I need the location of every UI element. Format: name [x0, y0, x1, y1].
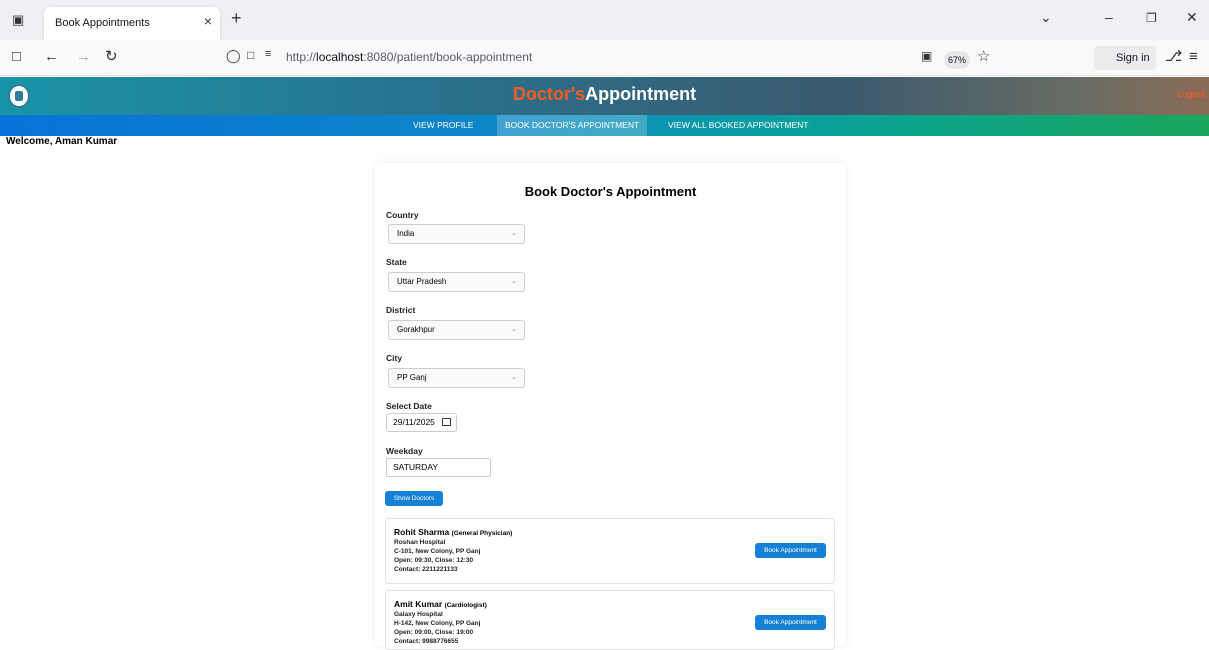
doctor-specialty: (Cardiologist)	[444, 602, 487, 609]
booking-form-card: Book Doctor's Appointment Country India ⌄…	[375, 163, 846, 650]
list-all-tabs-icon[interactable]: ⌄	[1040, 9, 1052, 26]
permissions-icon[interactable]: ≡	[265, 49, 271, 60]
logout-link[interactable]: Logout	[1177, 89, 1205, 99]
book-appointment-button[interactable]: Book Appointment	[755, 615, 826, 630]
close-tab-icon[interactable]: ×	[204, 14, 212, 28]
show-doctors-button[interactable]: Show Doctors	[385, 491, 443, 506]
date-value: 29/11/2025	[393, 417, 435, 427]
chevron-down-icon: ⌄	[511, 326, 517, 333]
state-label: State	[386, 257, 407, 267]
city-select[interactable]: PP Ganj ⌄	[388, 368, 525, 388]
bookmark-star-icon[interactable]: ☆	[977, 49, 990, 64]
district-label: District	[386, 305, 416, 315]
doctor-address: H-142, New Colony, PP Ganj	[394, 620, 481, 627]
shield-icon[interactable]: ◯	[226, 49, 241, 62]
menu-icon[interactable]: ≡	[1189, 49, 1198, 64]
form-title: Book Doctor's Appointment	[524, 184, 697, 199]
tab-title: Book Appointments	[55, 17, 150, 29]
menu-book-appointment[interactable]: BOOK DOCTOR'S APPOINTMENT	[497, 115, 648, 136]
doctor-name: Amit Kumar	[394, 599, 443, 609]
doctor-hospital: Roshan Hospital	[394, 539, 446, 546]
state-value: Uttar Pradesh	[397, 277, 447, 286]
browser-tab[interactable]: Book Appointments ×	[44, 7, 220, 40]
site-header: Doctor'sAppointment Logout	[0, 77, 1209, 115]
back-icon[interactable]: ←	[44, 49, 59, 64]
country-label: Country	[386, 210, 419, 220]
menu-view-booked[interactable]: VIEW ALL BOOKED APPOINTMENT	[660, 115, 816, 136]
brand-part-appointment: Appointment	[585, 84, 697, 104]
main-menu: VIEW PROFILE BOOK DOCTOR'S APPOINTMENT V…	[0, 115, 1209, 136]
city-value: PP Ganj	[397, 373, 427, 382]
new-tab-icon[interactable]: +	[231, 8, 242, 29]
city-label: City	[386, 353, 403, 363]
weekday-label: Weekday	[386, 446, 423, 456]
doctor-card: Rohit Sharma (General Physician) Roshan …	[385, 518, 835, 584]
doctor-name-line: Amit Kumar (Cardiologist)	[394, 599, 487, 609]
date-input[interactable]: 29/11/2025	[386, 413, 457, 432]
save-to-pocket-icon[interactable]: ▣	[921, 50, 932, 62]
restore-icon[interactable]: ❐	[1146, 11, 1157, 25]
menu-view-profile[interactable]: VIEW PROFILE	[405, 115, 481, 136]
tab-list-icon[interactable]: ▣	[12, 12, 24, 28]
address-bar[interactable]: ◯ □ ≡ http://localhost:8080/patient/book…	[220, 45, 1005, 71]
doctor-hospital: Galaxy Hospital	[394, 611, 443, 618]
date-label: Select Date	[386, 401, 432, 411]
chevron-down-icon: ⌄	[511, 374, 517, 381]
browser-nav-bar: □ ← → ↻ ◯ □ ≡ http://localhost:8080/pati…	[0, 40, 1209, 76]
doctor-address: C-101, New Colony, PP Ganj	[394, 548, 481, 555]
doctor-name-line: Rohit Sharma (General Physician)	[394, 527, 512, 537]
doctor-contact: Contact: 9988776655	[394, 638, 459, 645]
brand-title: Doctor'sAppointment	[0, 84, 1209, 105]
welcome-message: Welcome, Aman Kumar	[6, 136, 118, 147]
minimize-icon[interactable]: –	[1105, 9, 1113, 25]
page-info-icon[interactable]: □	[247, 49, 254, 61]
window-close-icon[interactable]: ✕	[1186, 9, 1198, 26]
brand-part-doctors: Doctor's	[512, 84, 586, 104]
chevron-down-icon: ⌄	[511, 278, 517, 285]
doctor-name: Rohit Sharma	[394, 527, 450, 537]
reload-icon[interactable]: ↻	[105, 49, 118, 64]
country-select[interactable]: India ⌄	[388, 224, 525, 244]
doctor-hours: Open: 09:30, Close: 12:30	[394, 557, 474, 564]
chevron-down-icon: ⌄	[511, 230, 517, 237]
weekday-input[interactable]: SATURDAY	[386, 458, 491, 477]
zoom-level[interactable]: 67%	[944, 51, 970, 69]
browser-tab-bar: ▣ Book Appointments × + ⌄ – ❐ ✕	[0, 0, 1209, 40]
doctor-specialty: (General Physician)	[451, 530, 513, 537]
district-value: Gorakhpur	[397, 325, 435, 334]
extensions-icon[interactable]: ⎇	[1165, 49, 1182, 64]
sidebar-icon[interactable]: □	[12, 49, 21, 64]
doctor-contact: Contact: 2211221133	[394, 566, 458, 573]
district-select[interactable]: Gorakhpur ⌄	[388, 320, 525, 340]
doctor-hours: Open: 09:00, Close: 19:00	[394, 629, 474, 636]
state-select[interactable]: Uttar Pradesh ⌄	[388, 272, 525, 292]
doctor-card: Amit Kumar (Cardiologist) Galaxy Hospita…	[385, 590, 835, 650]
country-value: India	[397, 229, 415, 238]
book-appointment-button[interactable]: Book Appointment	[755, 543, 826, 558]
url-text: http://localhost:8080/patient/book-appoi…	[286, 50, 533, 64]
sign-in-button[interactable]: Sign in	[1094, 46, 1156, 70]
calendar-icon[interactable]	[442, 418, 451, 426]
forward-icon[interactable]: →	[76, 49, 91, 64]
